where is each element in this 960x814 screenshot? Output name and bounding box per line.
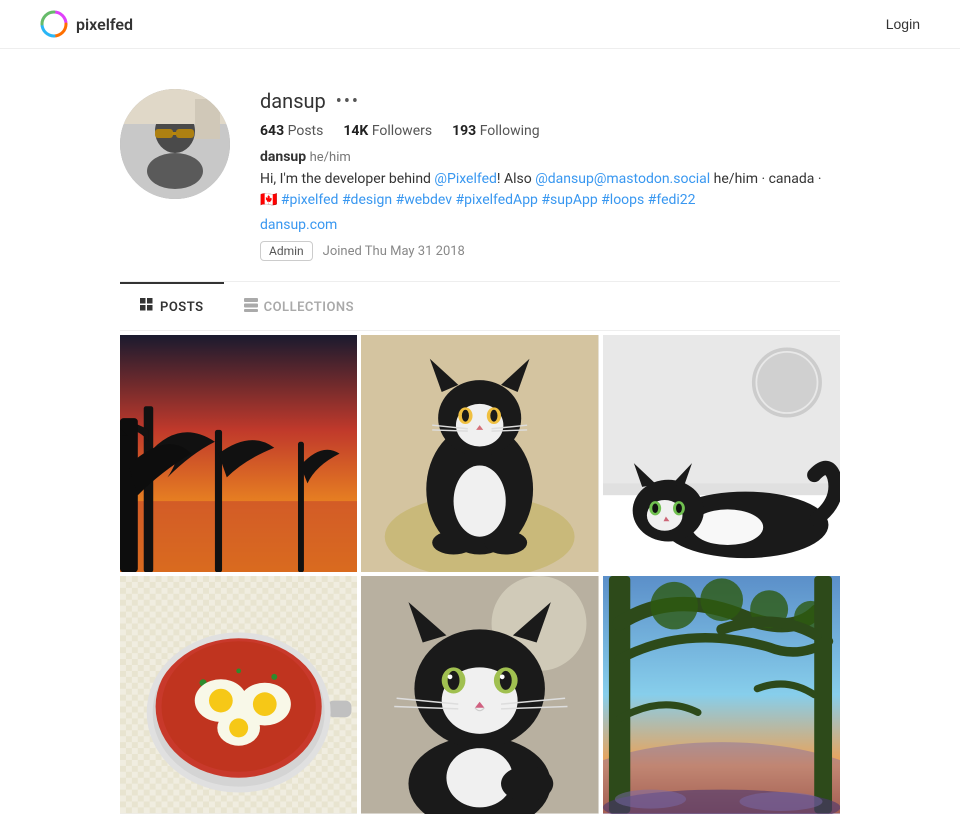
photo-5[interactable] xyxy=(361,576,598,813)
joined-text: Joined Thu May 31 2018 xyxy=(323,244,465,259)
username-row: dansup ••• xyxy=(260,89,840,113)
photo-3[interactable] xyxy=(603,335,840,572)
pronouns: he/him xyxy=(310,150,351,165)
profile-menu-icon[interactable]: ••• xyxy=(336,91,360,112)
following-count: 193 xyxy=(452,123,476,139)
photo-6[interactable] xyxy=(603,576,840,813)
collections-tab-icon xyxy=(244,298,258,316)
pixelfed-logo-icon xyxy=(40,10,68,38)
profile-tabs: POSTS COLLECTIONS xyxy=(120,282,840,331)
display-name: dansup xyxy=(260,149,306,165)
admin-badge: Admin xyxy=(260,241,313,261)
profile-info: dansup ••• 643 Posts 14K Followers 193 F… xyxy=(260,89,840,261)
brand-name: pixelfed xyxy=(76,15,133,34)
followers-label: Followers xyxy=(372,123,432,139)
tab-posts-label: POSTS xyxy=(160,300,204,315)
hashtag-design[interactable]: #design xyxy=(342,192,392,208)
display-name-row: dansup he/him xyxy=(260,149,840,165)
hashtag-pixelfedapp[interactable]: #pixelfedApp xyxy=(456,192,538,208)
avatar-wrap xyxy=(120,89,230,261)
hashtag-pixelfed[interactable]: #pixelfed xyxy=(281,192,339,208)
posts-tab-icon xyxy=(140,298,154,316)
photo-2[interactable] xyxy=(361,335,598,572)
username: dansup xyxy=(260,89,326,113)
hashtag-loops[interactable]: #loops xyxy=(601,192,644,208)
followers-stat: 14K Followers xyxy=(343,123,432,139)
posts-count: 643 xyxy=(260,123,284,139)
profile-section: dansup ••• 643 Posts 14K Followers 193 F… xyxy=(120,69,840,282)
hashtag-supapp[interactable]: #supApp xyxy=(541,192,597,208)
followers-count: 14K xyxy=(343,123,368,139)
profile-bio: Hi, I'm the developer behind @Pixelfed! … xyxy=(260,169,840,211)
website-link[interactable]: dansup.com xyxy=(260,217,840,233)
mastodon-link[interactable]: @dansup@mastodon.social xyxy=(535,171,710,187)
avatar-image xyxy=(120,89,230,199)
top-nav: pixelfed Login xyxy=(0,0,960,49)
profile-badge-row: Admin Joined Thu May 31 2018 xyxy=(260,241,840,261)
main-content: dansup ••• 643 Posts 14K Followers 193 F… xyxy=(100,49,860,814)
avatar xyxy=(120,89,230,199)
brand-logo[interactable]: pixelfed xyxy=(40,10,133,38)
hashtag-webdev[interactable]: #webdev xyxy=(396,192,452,208)
pixelfed-link[interactable]: @Pixelfed xyxy=(434,171,496,187)
profile-stats: 643 Posts 14K Followers 193 Following xyxy=(260,123,840,139)
following-stat: 193 Following xyxy=(452,123,539,139)
photo-1[interactable] xyxy=(120,335,357,572)
photo-grid xyxy=(120,335,840,814)
posts-label: Posts xyxy=(288,123,324,139)
hashtag-fedi22[interactable]: #fedi22 xyxy=(648,192,696,208)
tab-collections[interactable]: COLLECTIONS xyxy=(224,282,375,330)
login-button[interactable]: Login xyxy=(886,16,920,32)
tab-collections-label: COLLECTIONS xyxy=(264,300,355,315)
following-label: Following xyxy=(480,123,540,139)
tab-posts[interactable]: POSTS xyxy=(120,282,224,330)
photo-4[interactable] xyxy=(120,576,357,813)
posts-stat: 643 Posts xyxy=(260,123,323,139)
